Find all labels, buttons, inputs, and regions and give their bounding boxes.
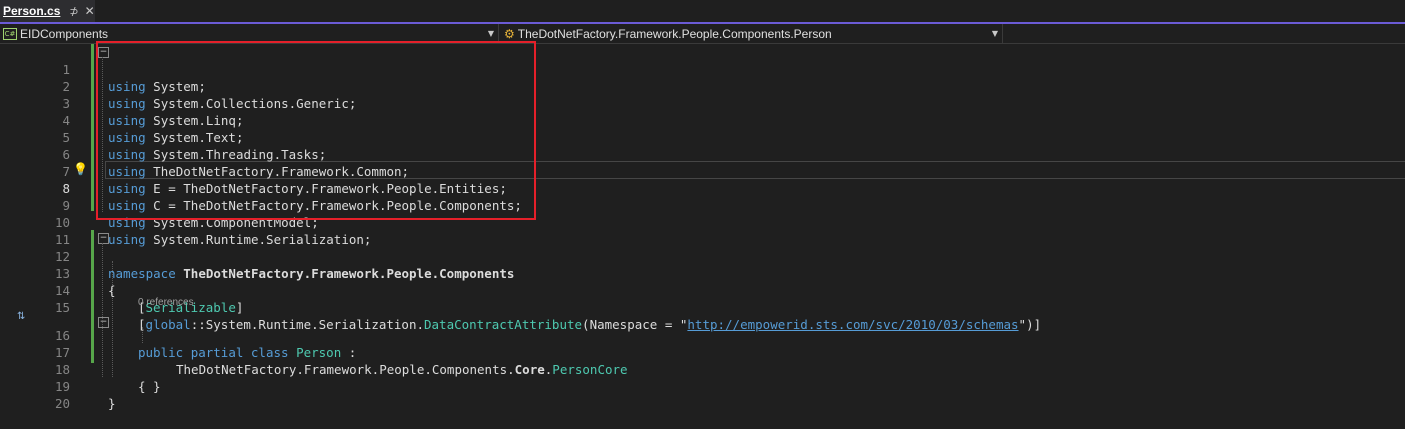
pin-icon[interactable]: ⊅ — [69, 5, 78, 18]
code-line: 16 public partial class Person : — [0, 310, 1405, 360]
line-number: 20 — [54, 396, 70, 411]
chevron-down-icon[interactable]: ▼ — [992, 29, 998, 38]
references-codelens[interactable]: 0 references — [138, 297, 194, 308]
close-icon[interactable]: ✕ — [85, 4, 95, 18]
type-dropdown[interactable]: ⚙ TheDotNetFactory.Framework.People.Comp… — [502, 24, 1003, 43]
document-tab-strip: Person.cs ⊅ ✕ — [0, 0, 1405, 24]
class-icon: ⚙ — [504, 26, 515, 41]
code-editor[interactable]: − − − 💡 ⇅ 1 using System; 2 using System… — [0, 41, 1405, 411]
code-line: 20 — [0, 378, 1405, 411]
project-dropdown-label: EIDComponents — [20, 26, 109, 41]
code-line: 14 [Serializable] — [0, 265, 1405, 315]
code-line: 13 { — [0, 248, 1405, 298]
using-directives-highlight-box — [96, 41, 536, 220]
document-tab-person-cs[interactable]: Person.cs ⊅ ✕ — [0, 0, 95, 22]
code-line: 12 namespace TheDotNetFactory.Framework.… — [0, 231, 1405, 281]
code-line: 19 } — [0, 361, 1405, 411]
chevron-down-icon[interactable]: ▼ — [488, 29, 494, 38]
tab-title[interactable]: Person.cs — [3, 4, 60, 18]
code-line: 18 { } — [0, 344, 1405, 394]
csharp-project-icon: C# — [3, 27, 17, 40]
code-line: 15 [global::System.Runtime.Serialization… — [0, 282, 1405, 332]
code-line: 17 TheDotNetFactory.Framework.People.Com… — [0, 327, 1405, 377]
type-dropdown-label: TheDotNetFactory.Framework.People.Compon… — [517, 26, 832, 41]
